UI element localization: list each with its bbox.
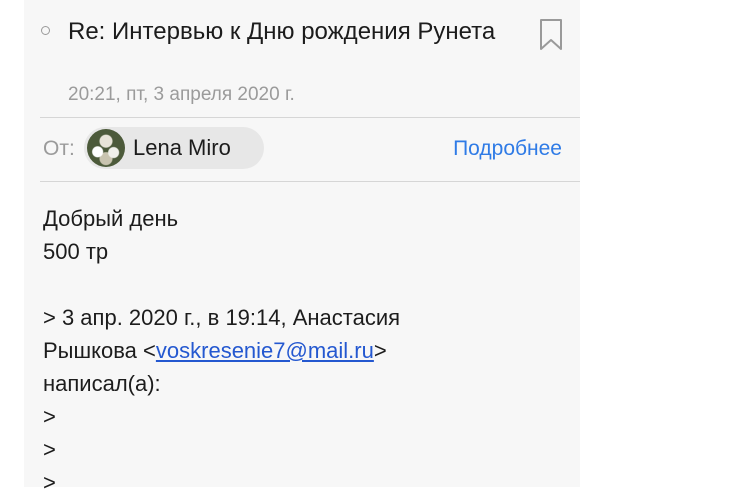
message-header: Re: Интервью к Дню рождения Рунета 20:21… — [24, 0, 580, 117]
message-subject: Re: Интервью к Дню рождения Рунета — [68, 18, 496, 45]
quote-email-link[interactable]: voskresenie7@mail.ru — [156, 338, 374, 363]
details-link[interactable]: Подробнее — [453, 136, 562, 162]
quote-marker: > — [43, 404, 56, 429]
mail-message-view: Re: Интервью к Дню рождения Рунета 20:21… — [24, 0, 580, 495]
body-greeting: Добрый день — [43, 206, 179, 231]
body-price: 500 тр — [43, 239, 109, 264]
message-date: 20:21, пт, 3 апреля 2020 г. — [68, 84, 295, 105]
quote-marker: > — [43, 437, 56, 462]
from-label: От: — [43, 137, 75, 160]
quote-marker: > — [43, 470, 56, 495]
body-gap — [43, 268, 563, 301]
bookmark-icon[interactable] — [539, 18, 563, 52]
from-divider — [40, 181, 580, 182]
sender-name: Lena Miro — [133, 135, 231, 160]
quote-name-suffix: > — [373, 338, 387, 363]
from-row: От: Lena Miro Подробнее — [24, 118, 580, 181]
quote-name-prefix: Рышкова < — [43, 338, 156, 363]
sender-chip[interactable]: Lena Miro — [84, 127, 264, 169]
quote-header: > 3 апр. 2020 г., в 19:14, Анастасия — [43, 305, 401, 330]
quote-sender-line: Рышкова <voskresenie7@mail.ru> — [43, 334, 563, 367]
avatar — [87, 129, 125, 167]
unread-circle-icon[interactable] — [41, 26, 50, 35]
message-body: Добрый день 500 тр > 3 апр. 2020 г., в 1… — [43, 202, 563, 499]
quote-wrote: написал(а): — [43, 371, 161, 396]
